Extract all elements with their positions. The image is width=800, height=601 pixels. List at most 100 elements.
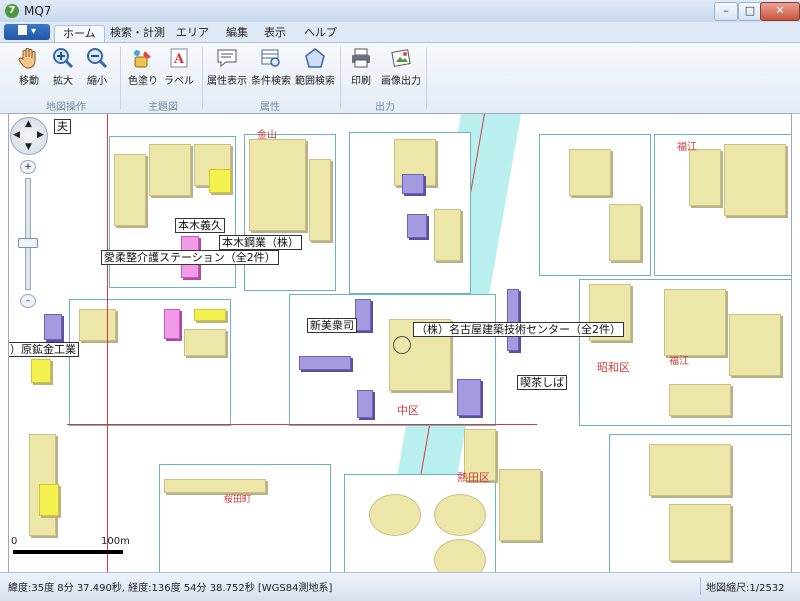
scale-zero: 0 <box>11 536 18 547</box>
poi-label[interactable]: 愛柔整介護ステーション（全2件） <box>101 250 279 265</box>
minimize-button[interactable]: – <box>714 2 738 21</box>
building <box>164 309 180 339</box>
hand-icon <box>18 48 36 69</box>
coordinate-readout: 緯度:35度 8分 37.490秒, 経度:136度 54分 38.752秒 [… <box>8 583 333 594</box>
group-label-theme-map: 主題図 <box>148 102 178 113</box>
ribbon-divider <box>340 47 341 109</box>
attribute-display-button[interactable]: 属性表示 <box>206 47 248 87</box>
place-name: 福江 <box>669 356 689 367</box>
ward-boundary-line <box>107 114 108 572</box>
poi-label[interactable]: 新美衆司 <box>307 318 357 333</box>
ribbon-tab-bar: ▾ ホーム 検索・計測 エリア 編集 表示 ヘルプ <box>0 22 800 43</box>
ward-name: 中区 <box>397 404 419 417</box>
poi-label[interactable]: 喫茶しば <box>517 375 567 390</box>
place-name: 金山 <box>257 130 277 141</box>
image-export-icon <box>391 49 411 67</box>
building <box>357 390 373 418</box>
window-title: MQ7 <box>24 4 52 18</box>
pan-down-icon[interactable]: ▼ <box>25 142 32 152</box>
building <box>149 144 191 196</box>
building <box>249 139 306 231</box>
maximize-button[interactable]: □ <box>738 2 762 21</box>
ribbon-panel: 移動 拡大 縮小 地図操作 色塗り A ラベル 主題図 属性表示 条件検索 範囲… <box>0 42 800 114</box>
building <box>184 329 226 356</box>
place-name: 福江 <box>677 142 697 153</box>
tab-help[interactable]: ヘルプ <box>296 25 345 42</box>
building <box>309 159 331 241</box>
zoom-minus-icon[interactable]: – <box>20 294 36 308</box>
building <box>299 356 351 370</box>
app-menu-button[interactable]: ▾ <box>4 24 50 40</box>
speech-icon <box>217 49 237 68</box>
tab-area[interactable]: エリア <box>168 25 217 42</box>
pan-right-icon[interactable]: ▶ <box>37 130 44 140</box>
building <box>194 309 226 321</box>
title-bar: 7 MQ7 – □ ✕ <box>0 0 800 23</box>
poi-label[interactable]: 本木義久 <box>175 218 225 233</box>
group-label-output: 出力 <box>375 102 395 113</box>
map-scale-readout: 地図縮尺:1/2532 <box>706 583 785 594</box>
zoom-track[interactable] <box>25 178 31 290</box>
paint-button[interactable]: 色塗り <box>124 47 162 87</box>
zoom-in-button[interactable]: 拡大 <box>44 47 82 87</box>
poi-label[interactable]: 本木鋼業（株） <box>219 235 302 250</box>
zoom-out-label: 縮小 <box>87 76 107 87</box>
svg-text:A: A <box>173 52 185 67</box>
poi-label[interactable]: （株）名古屋建築技術センター（全2件） <box>413 322 624 337</box>
tab-edit[interactable]: 編集 <box>218 25 256 42</box>
image-export-label: 画像出力 <box>381 76 421 87</box>
zoom-thumb[interactable] <box>18 238 38 248</box>
pan-up-icon[interactable]: ▲ <box>25 119 32 129</box>
map-view[interactable]: 金山 福江 昭和区 福江 中区 熱田区 桜田町 夫 本木義久 本木鋼業（株） 愛… <box>8 113 792 573</box>
paint-label: 色塗り <box>128 76 158 87</box>
tab-search-measure[interactable]: 検索・計測 <box>102 25 173 42</box>
tab-home[interactable]: ホーム <box>54 25 105 43</box>
poi-label[interactable]: ）原鉱金工業 <box>9 342 79 357</box>
building <box>669 504 731 561</box>
zoom-in-label: 拡大 <box>53 76 73 87</box>
label-icon: A <box>170 48 188 68</box>
printer-icon <box>352 48 370 68</box>
print-button[interactable]: 印刷 <box>342 47 380 87</box>
pan-control[interactable]: ▲ ▼ ◀ ▶ <box>10 117 48 155</box>
label-button[interactable]: A ラベル <box>160 47 198 87</box>
print-label: 印刷 <box>351 76 371 87</box>
building <box>569 149 611 196</box>
zoom-out-button[interactable]: 縮小 <box>78 47 116 87</box>
ward-name: 熱田区 <box>457 471 490 484</box>
pan-button[interactable]: 移動 <box>10 47 48 87</box>
condition-search-label: 条件検索 <box>251 76 291 87</box>
close-button[interactable]: ✕ <box>760 2 800 21</box>
building <box>434 209 461 261</box>
image-export-button[interactable]: 画像出力 <box>380 47 422 87</box>
label-label: ラベル <box>164 76 194 87</box>
condition-search-button[interactable]: 条件検索 <box>250 47 292 87</box>
ward-boundary-line <box>67 424 537 425</box>
pan-left-icon[interactable]: ◀ <box>13 130 20 140</box>
range-search-button[interactable]: 範囲検索 <box>294 47 336 87</box>
building <box>649 444 731 496</box>
poi-label[interactable]: 夫 <box>54 119 71 134</box>
zoom-slider[interactable]: + – <box>10 160 44 310</box>
table-search-icon <box>261 49 280 67</box>
ribbon-divider <box>426 47 427 109</box>
building <box>402 174 424 194</box>
building <box>114 154 146 226</box>
status-bar: 緯度:35度 8分 37.490秒, 経度:136度 54分 38.752秒 [… <box>0 572 800 601</box>
scale-bar <box>13 550 123 554</box>
tab-view[interactable]: 表示 <box>256 25 294 42</box>
group-label-attribute: 属性 <box>260 102 280 113</box>
place-name: 桜田町 <box>224 495 252 505</box>
zoom-plus-icon[interactable]: + <box>20 160 36 174</box>
app-menu-arrow: ▾ <box>30 26 37 37</box>
scale-distance: 100m <box>101 536 130 547</box>
range-search-label: 範囲検索 <box>295 76 335 87</box>
ward-name: 昭和区 <box>597 361 630 374</box>
building <box>407 214 427 238</box>
map-center-crosshair <box>393 336 411 354</box>
building <box>457 379 481 416</box>
tank-building <box>434 539 486 572</box>
building <box>164 479 266 493</box>
group-label-map-ops: 地図操作 <box>46 102 86 113</box>
building <box>39 484 59 516</box>
